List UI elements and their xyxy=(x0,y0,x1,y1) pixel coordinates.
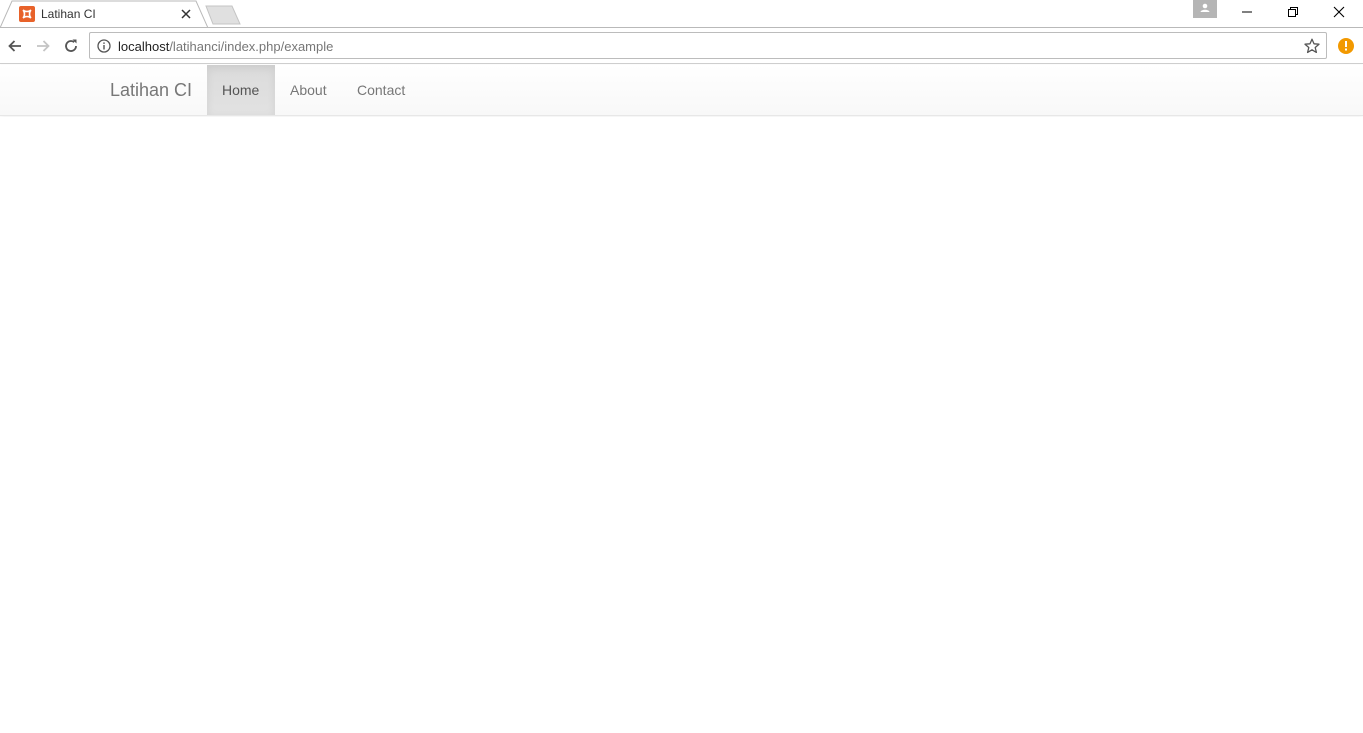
nav-item-home-label: Home xyxy=(222,82,260,98)
window-minimize-button[interactable] xyxy=(1224,0,1270,26)
address-bar[interactable]: localhost/latihanci/index.php/example xyxy=(89,32,1327,59)
nav-item-contact-label: Contact xyxy=(357,82,406,98)
bookmark-star-icon[interactable] xyxy=(1304,38,1320,54)
nav-item-contact[interactable]: Contact xyxy=(342,65,422,115)
back-button[interactable] xyxy=(4,35,26,57)
url-host: localhost xyxy=(118,39,170,54)
page-content xyxy=(0,117,1363,733)
browser-tab[interactable]: Latihan CI xyxy=(0,0,210,28)
forward-button[interactable] xyxy=(32,35,54,57)
browser-toolbar: localhost/latihanci/index.php/example xyxy=(0,28,1363,64)
tab-strip: Latihan CI xyxy=(0,0,1363,28)
url-path: /latihanci/index.php/example xyxy=(169,39,334,54)
tab-title: Latihan CI xyxy=(41,7,96,21)
nav-item-home[interactable]: Home xyxy=(207,65,275,115)
info-icon[interactable] xyxy=(97,39,111,53)
alert-icon[interactable] xyxy=(1337,37,1355,55)
window-restore-button[interactable] xyxy=(1270,0,1316,26)
arrow-right-icon xyxy=(37,40,50,52)
reload-button[interactable] xyxy=(60,35,82,57)
restore-icon xyxy=(1288,7,1298,17)
close-icon xyxy=(1333,6,1345,18)
nav-item-about-label: About xyxy=(290,82,327,98)
tab-close-icon[interactable] xyxy=(179,7,193,21)
minimize-icon xyxy=(1242,11,1252,13)
xampp-favicon-icon xyxy=(19,6,35,22)
address-url[interactable]: localhost/latihanci/index.php/example xyxy=(118,39,333,54)
nav-item-about[interactable]: About xyxy=(275,65,342,115)
new-tab-button[interactable] xyxy=(204,5,242,25)
profile-avatar-button[interactable] xyxy=(1193,0,1217,18)
navbar-brand[interactable]: Latihan CI xyxy=(110,80,192,101)
person-icon xyxy=(1200,3,1210,12)
site-navbar: Latihan CI Home About Contact xyxy=(0,65,1363,116)
reload-icon xyxy=(65,39,77,52)
window-close-button[interactable] xyxy=(1316,0,1362,26)
arrow-left-icon xyxy=(8,40,21,52)
